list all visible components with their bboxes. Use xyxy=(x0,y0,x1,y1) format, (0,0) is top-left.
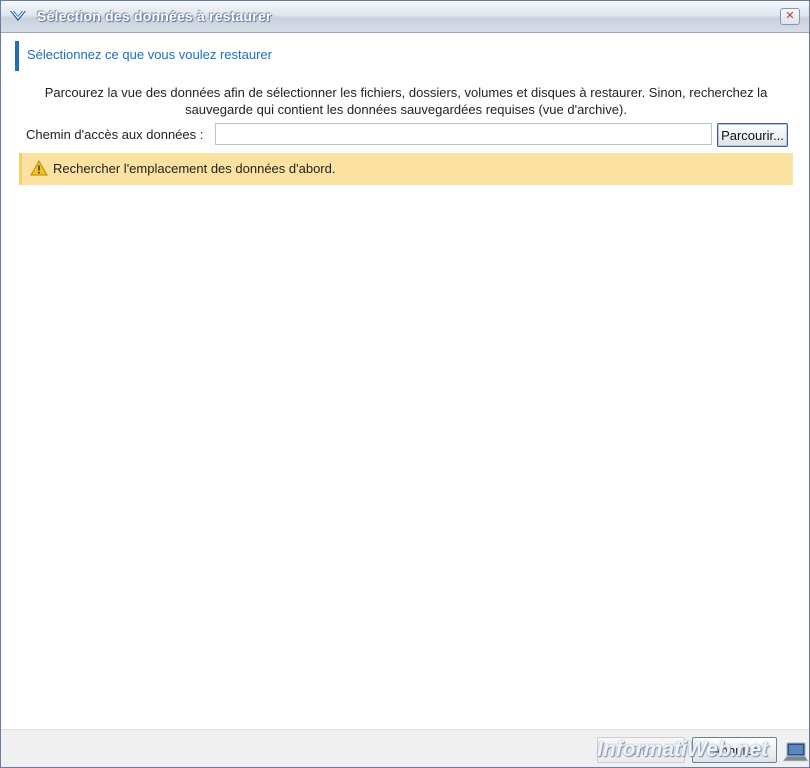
restore-selection-dialog: Sélection des données à restaurer ✕ Séle… xyxy=(0,0,810,768)
data-path-input[interactable] xyxy=(215,123,712,145)
ok-button[interactable]: OK xyxy=(597,737,685,763)
warning-message-bar: Rechercher l'emplacement des données d'a… xyxy=(19,153,793,185)
section-title: Sélectionnez ce que vous voulez restaure… xyxy=(27,47,272,62)
app-icon xyxy=(10,10,26,21)
instructions-text: Parcourez la vue des données afin de sél… xyxy=(44,85,768,117)
data-path-label: Chemin d'accès aux données : xyxy=(26,127,204,142)
section-header: Sélectionnez ce que vous voulez restaure… xyxy=(15,41,793,71)
dialog-footer: OK Annuler xyxy=(1,729,809,767)
cancel-button[interactable]: Annuler xyxy=(692,737,777,763)
close-button[interactable]: ✕ xyxy=(780,8,800,25)
warning-text: Rechercher l'emplacement des données d'a… xyxy=(53,161,336,176)
window-title: Sélection des données à restaurer xyxy=(37,8,272,24)
title-bar[interactable]: Sélection des données à restaurer ✕ xyxy=(1,1,809,33)
warning-icon xyxy=(30,160,48,176)
browse-button[interactable]: Parcourir... xyxy=(717,123,788,147)
close-icon: ✕ xyxy=(785,10,795,22)
